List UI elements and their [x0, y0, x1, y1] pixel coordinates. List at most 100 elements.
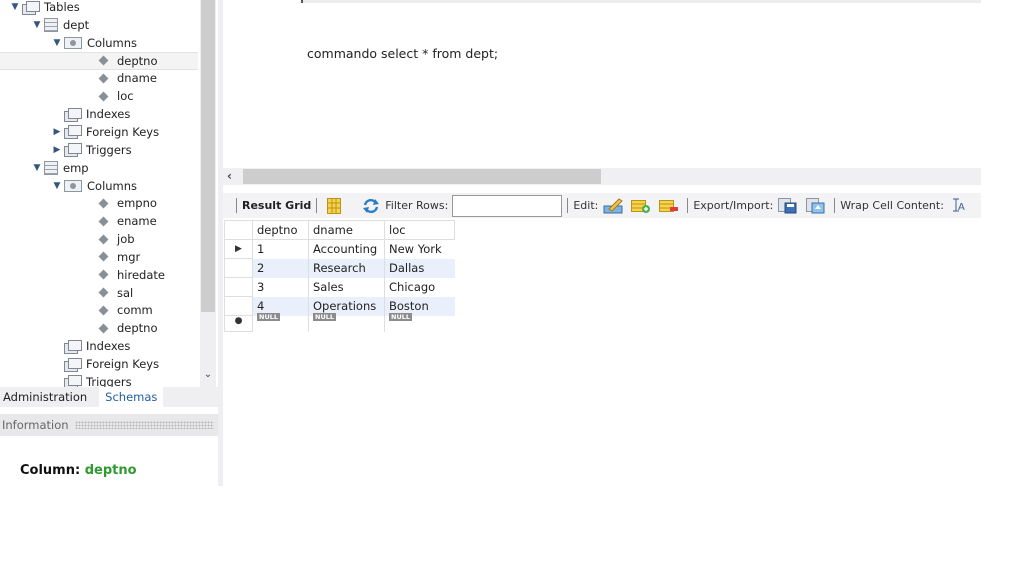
- collapse-arrow-icon[interactable]: ▶: [52, 127, 62, 137]
- tree-item-deptno[interactable]: deptno: [0, 51, 198, 70]
- column-header-deptno[interactable]: deptno: [252, 220, 309, 240]
- svg-text:A: A: [958, 202, 965, 212]
- hscroll-thumb[interactable]: [243, 169, 601, 184]
- tree-scrollbar[interactable]: ⌄: [200, 0, 216, 388]
- tree-item-label: job: [117, 232, 135, 247]
- add-row-icon[interactable]: [631, 198, 651, 214]
- tree-item-columns[interactable]: ▼ Columns: [0, 177, 198, 195]
- tree-item-hiredate[interactable]: hiredate: [0, 266, 198, 284]
- cell-loc[interactable]: Dallas: [384, 258, 455, 278]
- tree-item-comm[interactable]: comm: [0, 301, 198, 319]
- grid-view-icon[interactable]: [327, 197, 345, 214]
- cell-dname[interactable]: Research: [308, 258, 385, 278]
- tree-item-label: comm: [117, 303, 153, 318]
- column-header-dname[interactable]: dname: [308, 220, 385, 240]
- scroll-left-icon[interactable]: ‹: [227, 168, 239, 185]
- table-row[interactable]: 2 Research Dallas: [224, 258, 455, 278]
- tree-item-empno[interactable]: empno: [0, 194, 198, 212]
- tree-scroll-thumb[interactable]: [201, 0, 215, 312]
- result-grid-tab[interactable]: Result Grid: [242, 199, 311, 212]
- filter-rows-input[interactable]: [452, 194, 563, 217]
- edit-pencil-icon[interactable]: [603, 197, 624, 214]
- column-diamond-icon: [98, 287, 109, 298]
- expand-arrow-icon[interactable]: ▼: [32, 20, 42, 30]
- tree-item-columns[interactable]: ▼ Columns: [0, 34, 198, 52]
- tree-item-label: emp: [63, 160, 89, 175]
- cell-null[interactable]: NULL: [308, 312, 385, 332]
- editor-top-scrollbar: [303, 0, 981, 3]
- tree-item-emp[interactable]: ▼ emp: [0, 159, 198, 177]
- cell-deptno[interactable]: 1: [252, 239, 309, 259]
- column-diamond-icon: [98, 251, 109, 262]
- tree-item-dept[interactable]: ▼ dept: [0, 16, 198, 34]
- column-info: Column: deptno: [20, 463, 137, 478]
- tree-item-loc[interactable]: loc: [0, 87, 198, 105]
- information-panel-header[interactable]: Information: [0, 414, 218, 436]
- tree-item-deptno[interactable]: deptno: [0, 319, 198, 337]
- column-diamond-icon: [98, 73, 109, 84]
- export-icon[interactable]: [778, 197, 797, 214]
- tree-item-mgr[interactable]: mgr: [0, 248, 198, 266]
- wrap-text-icon[interactable]: A: [952, 198, 970, 214]
- row-header[interactable]: [224, 296, 253, 316]
- tree-item-sal[interactable]: sal: [0, 284, 198, 302]
- cell-dname[interactable]: Accounting: [308, 239, 385, 259]
- tree-item-ename[interactable]: ename: [0, 212, 198, 230]
- table-row[interactable]: 3 Sales Chicago: [224, 277, 455, 297]
- tree-item-label: Columns: [87, 178, 138, 193]
- cell-dname[interactable]: Sales: [308, 277, 385, 297]
- column-header-loc[interactable]: loc: [384, 220, 455, 240]
- cell-deptno[interactable]: 3: [252, 277, 309, 297]
- cell-loc[interactable]: Chicago: [384, 277, 455, 297]
- expand-arrow-icon[interactable]: ▼: [10, 2, 20, 12]
- tree-item-triggers[interactable]: ▶Triggers: [0, 373, 198, 388]
- new-row-marker-icon[interactable]: ●: [224, 315, 253, 332]
- cell-deptno[interactable]: 2: [252, 258, 309, 278]
- tree-item-indexes[interactable]: ▶Indexes: [0, 337, 198, 355]
- row-header[interactable]: [224, 258, 253, 278]
- delete-row-icon[interactable]: [659, 198, 679, 214]
- panel-grip[interactable]: [74, 421, 214, 429]
- query-text[interactable]: commando select * from dept;: [307, 46, 498, 61]
- tree-item-tables[interactable]: ▼ Tables: [0, 0, 198, 16]
- column-diamond-icon: [98, 216, 109, 227]
- scroll-down-icon[interactable]: ⌄: [200, 368, 216, 382]
- cell-null[interactable]: NULL: [384, 312, 455, 332]
- cell-loc[interactable]: New York: [384, 239, 455, 259]
- tree-item-foreign-keys[interactable]: ▶Foreign Keys: [0, 355, 198, 373]
- toolbar-separator: [834, 198, 836, 213]
- tab-schemas[interactable]: Schemas: [99, 387, 164, 407]
- expand-arrow-icon[interactable]: ▼: [32, 163, 42, 173]
- import-icon[interactable]: [806, 197, 825, 214]
- column-diamond-icon: [98, 55, 109, 66]
- sql-editor[interactable]: commando select * from dept;: [223, 0, 981, 168]
- table-icon: [44, 17, 58, 32]
- tree-item-job[interactable]: job: [0, 230, 198, 248]
- tree-item-triggers[interactable]: ▶Triggers: [0, 141, 198, 159]
- triggers-folder-icon: [64, 143, 82, 158]
- column-info-prefix: Column:: [20, 463, 81, 478]
- tab-administration[interactable]: Administration: [0, 387, 91, 407]
- expand-arrow-icon[interactable]: ▼: [52, 181, 62, 191]
- tree-item-foreign-keys[interactable]: ▶ Foreign Keys: [0, 123, 198, 141]
- row-header[interactable]: [224, 277, 253, 297]
- tree-item-indexes[interactable]: ▶Indexes: [0, 105, 198, 123]
- tree-item-label: loc: [117, 89, 134, 104]
- grid-header-row: deptno dname loc: [224, 220, 455, 240]
- tree-item-label: Columns: [87, 35, 138, 50]
- result-toolbar: Result Grid Filter Rows: Edit: Export/Im…: [223, 193, 981, 218]
- toolbar-separator: [316, 198, 318, 213]
- expand-arrow-icon[interactable]: ▼: [52, 38, 62, 48]
- collapse-arrow-icon[interactable]: ▶: [52, 145, 62, 155]
- column-diamond-icon: [98, 91, 109, 102]
- current-row-marker-icon[interactable]: ▶: [224, 239, 253, 259]
- navigator-tabs: Administration Schemas: [0, 387, 218, 407]
- tree-item-label: Foreign Keys: [86, 124, 160, 139]
- editor-horizontal-scrollbar[interactable]: ‹: [223, 168, 981, 185]
- table-icon: [44, 160, 58, 175]
- tree-item-dname[interactable]: dname: [0, 69, 198, 87]
- refresh-icon[interactable]: [362, 198, 380, 214]
- new-row[interactable]: ● NULL NULL NULL: [224, 312, 455, 332]
- cell-null[interactable]: NULL: [252, 312, 309, 332]
- table-row[interactable]: ▶ 1 Accounting New York: [224, 239, 455, 259]
